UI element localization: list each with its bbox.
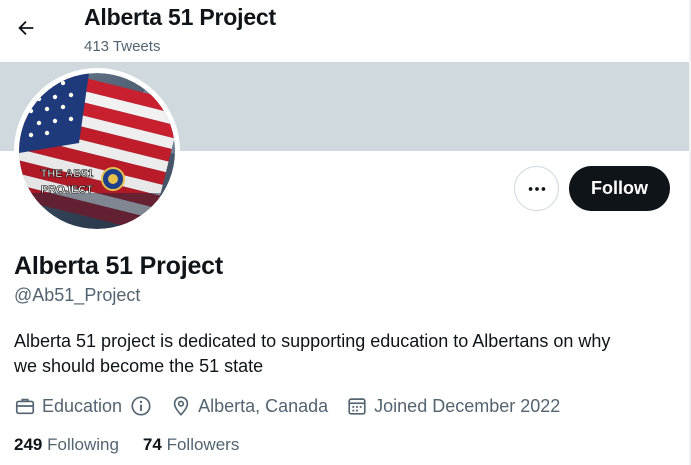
profile-page: Alberta 51 Project 413 Tweets THE AB51 P… — [0, 0, 691, 465]
more-horizontal-icon — [528, 186, 545, 191]
followers-count: 74 — [142, 435, 162, 454]
back-button[interactable] — [8, 10, 44, 46]
joined-label: Joined December 2022 — [374, 395, 561, 416]
more-options-button[interactable] — [514, 166, 559, 211]
profile-name: Alberta 51 Project — [14, 252, 223, 280]
follow-stats: 249 Following 74 Followers — [14, 435, 239, 455]
location-pin-icon — [173, 396, 189, 416]
location-item: Alberta, Canada — [170, 395, 328, 417]
avatar-logo-line1: THE AB51 — [41, 168, 94, 180]
tweet-count: 413 Tweets — [84, 38, 161, 55]
following-link[interactable]: 249 Following — [14, 435, 119, 455]
profile-handle: @Ab51_Project — [14, 285, 141, 305]
follow-button[interactable]: Follow — [569, 166, 670, 211]
calendar-icon — [348, 398, 366, 415]
briefcase-icon — [15, 398, 35, 415]
top-header: Alberta 51 Project 413 Tweets — [0, 0, 691, 62]
following-label: Following — [47, 435, 119, 454]
category-label[interactable]: Education — [42, 396, 122, 417]
avatar[interactable]: THE AB51 PROJECT — [14, 68, 180, 234]
followers-link[interactable]: 74 Followers — [143, 435, 239, 455]
bio-line: Alberta 51 project is dedicated to suppo… — [14, 331, 611, 351]
location-label: Alberta, Canada — [198, 395, 329, 416]
avatar-logo-line2: PROJECT — [41, 184, 93, 196]
following-count: 249 — [14, 435, 43, 454]
header-title: Alberta 51 Project — [84, 4, 276, 30]
bio-line: we should become the 51 state — [14, 356, 264, 376]
profile-bio: Alberta 51 project is dedicated to suppo… — [14, 329, 679, 379]
avatar-image: THE AB51 PROJECT — [19, 73, 175, 229]
profile-meta: Education Alberta, Canada Joined Decembe… — [14, 394, 560, 418]
info-icon[interactable] — [130, 395, 152, 417]
category-item: Education — [14, 395, 152, 417]
followers-label: Followers — [166, 435, 240, 454]
arrow-left-icon — [18, 20, 34, 36]
joined-item: Joined December 2022 — [346, 395, 560, 417]
